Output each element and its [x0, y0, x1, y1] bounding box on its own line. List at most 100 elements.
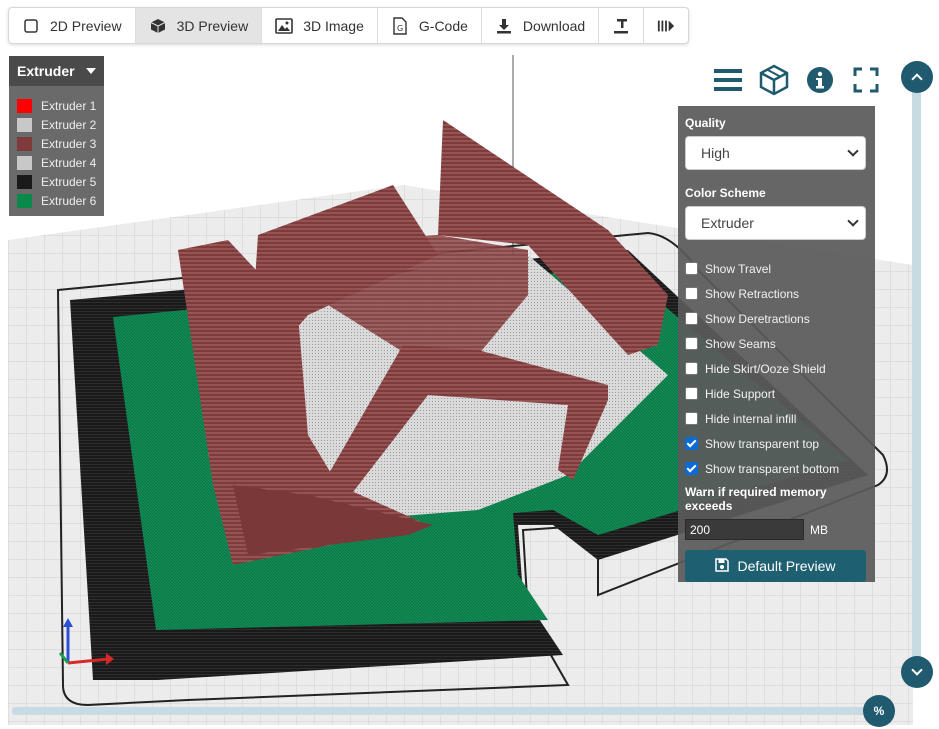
option-label: Hide Support	[705, 386, 776, 401]
option-show-seams[interactable]: Show Seams	[685, 331, 867, 356]
legend-item: Extruder 2	[17, 115, 104, 134]
square-icon	[22, 17, 40, 35]
tab-gcode-label: G-Code	[418, 17, 468, 34]
play-bars-button[interactable]	[644, 8, 688, 43]
option-label: Show Retractions	[705, 286, 800, 301]
layer-to-plate-button[interactable]	[599, 8, 645, 43]
checkbox[interactable]	[685, 462, 698, 475]
memory-unit: MB	[810, 522, 828, 537]
layer-slider-bottom-handle[interactable]	[901, 656, 933, 688]
extruder-legend: Extruder Extruder 1 Extruder 2 Extruder …	[9, 56, 104, 216]
option-show-travel[interactable]: Show Travel	[685, 256, 867, 281]
legend-item: Extruder 5	[17, 172, 104, 191]
memory-limit-input[interactable]: 200	[685, 519, 804, 540]
tab-3d-image[interactable]: 3D Image	[262, 8, 378, 43]
download-icon	[495, 17, 513, 35]
checkbox[interactable]	[685, 312, 698, 325]
option-show-transparent-bottom[interactable]: Show transparent bottom	[685, 456, 867, 481]
option-hide-skirt[interactable]: Hide Skirt/Ooze Shield	[685, 356, 867, 381]
chevron-down-icon	[911, 664, 923, 676]
tab-2d-preview-label: 2D Preview	[50, 17, 122, 34]
option-label: Hide internal infill	[705, 411, 797, 426]
progress-slider-track[interactable]	[12, 707, 870, 715]
view-toolbar: 2D Preview 3D Preview 3D Image G G-Code …	[8, 7, 690, 44]
legend-item-label: Extruder 6	[41, 193, 97, 208]
tab-3d-preview-label: 3D Preview	[176, 17, 249, 34]
legend-item-label: Extruder 4	[41, 155, 97, 170]
legend-dropdown[interactable]: Extruder	[9, 56, 104, 86]
legend-item: Extruder 4	[17, 153, 104, 172]
legend-item: Extruder 6	[17, 191, 104, 210]
checkbox[interactable]	[685, 437, 698, 450]
option-label: Show Travel	[705, 261, 772, 276]
tab-3d-preview[interactable]: 3D Preview	[135, 8, 263, 43]
option-label: Show Seams	[705, 336, 776, 351]
download-button[interactable]: Download	[482, 8, 600, 43]
checkbox[interactable]	[685, 287, 698, 300]
chevron-down-icon	[847, 145, 859, 157]
color-swatch	[17, 98, 32, 113]
option-label: Show Deretractions	[705, 311, 810, 326]
download-label: Download	[522, 17, 586, 34]
cube-outline-icon[interactable]	[758, 63, 790, 97]
chevron-down-icon	[847, 215, 859, 227]
percent-badge: %	[873, 704, 885, 718]
option-label: Hide Skirt/Ooze Shield	[705, 361, 826, 376]
legend-list: Extruder 1 Extruder 2 Extruder 3 Extrude…	[9, 86, 104, 216]
default-preview-button[interactable]: Default Preview	[685, 550, 866, 582]
legend-item: Extruder 1	[17, 96, 104, 115]
play-bars-icon	[657, 17, 675, 35]
checkbox[interactable]	[685, 412, 698, 425]
default-preview-label: Default Preview	[737, 558, 836, 574]
checkbox[interactable]	[685, 337, 698, 350]
option-label: Show transparent bottom	[705, 461, 840, 476]
legend-title: Extruder	[17, 63, 75, 79]
quality-label: Quality	[685, 116, 726, 130]
layer-slider-track[interactable]	[912, 80, 921, 670]
fullscreen-icon[interactable]	[850, 63, 882, 97]
save-icon	[715, 557, 730, 575]
legend-item-label: Extruder 2	[41, 117, 97, 132]
menu-icon[interactable]	[712, 63, 744, 97]
app-root: 2D Preview 3D Preview 3D Image G G-Code …	[0, 0, 939, 729]
info-icon[interactable]	[804, 63, 836, 97]
tab-3d-image-label: 3D Image	[303, 17, 364, 34]
legend-item-label: Extruder 1	[41, 98, 97, 113]
color-swatch	[17, 193, 32, 208]
color-swatch	[17, 136, 32, 151]
caret-down-icon	[86, 68, 96, 74]
color-swatch	[17, 117, 32, 132]
tab-gcode[interactable]: G G-Code	[378, 8, 482, 43]
checkbox[interactable]	[685, 262, 698, 275]
option-hide-support[interactable]: Hide Support	[685, 381, 867, 406]
color-scheme-value: Extruder	[701, 215, 754, 231]
viewer-icon-bar	[712, 63, 882, 97]
gcode-file-icon: G	[391, 16, 409, 35]
option-show-retractions[interactable]: Show Retractions	[685, 281, 867, 306]
option-hide-internal-infill[interactable]: Hide internal infill	[685, 406, 867, 431]
quality-select[interactable]: High	[685, 136, 866, 170]
cube-icon	[149, 17, 167, 35]
layer-slider-top-handle[interactable]	[901, 61, 933, 93]
option-show-transparent-top[interactable]: Show transparent top	[685, 431, 867, 456]
svg-text:G: G	[397, 24, 403, 33]
tab-2d-preview[interactable]: 2D Preview	[9, 8, 136, 43]
checkbox[interactable]	[685, 387, 698, 400]
legend-item-label: Extruder 5	[41, 174, 97, 189]
legend-item-label: Extruder 3	[41, 136, 97, 151]
quality-value: High	[701, 145, 730, 161]
memory-warning-label: Warn if required memory exceeds	[685, 485, 827, 513]
legend-item: Extruder 3	[17, 134, 104, 153]
color-swatch	[17, 174, 32, 189]
memory-row: 200 MB	[685, 519, 867, 540]
color-scheme-label: Color Scheme	[685, 186, 766, 200]
image-icon	[275, 17, 293, 35]
preview-settings-panel: Quality High Color Scheme Extruder Show …	[678, 106, 875, 582]
checkbox[interactable]	[685, 362, 698, 375]
progress-slider-handle[interactable]: %	[863, 695, 895, 727]
layer-to-plate-icon	[612, 17, 630, 35]
chevron-up-icon	[911, 73, 923, 85]
color-swatch	[17, 155, 32, 170]
color-scheme-select[interactable]: Extruder	[685, 206, 866, 240]
option-show-deretractions[interactable]: Show Deretractions	[685, 306, 867, 331]
